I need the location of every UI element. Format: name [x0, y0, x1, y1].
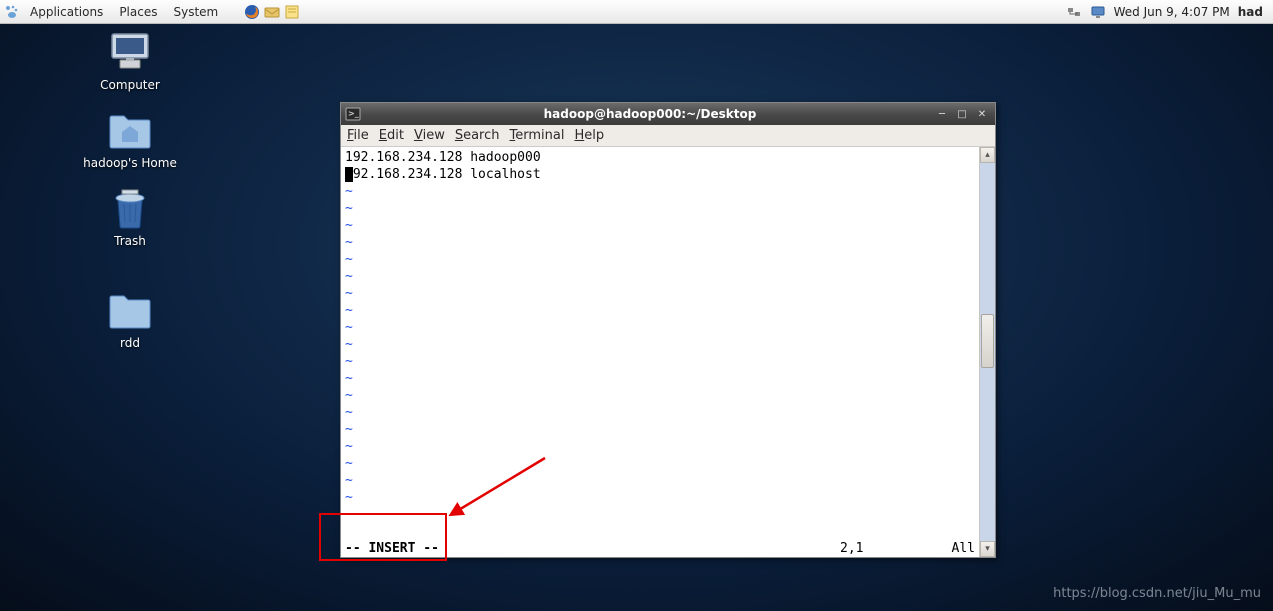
user-label[interactable]: had — [1238, 5, 1263, 19]
scroll-down-button[interactable]: ▾ — [980, 541, 995, 557]
watermark: https://blog.csdn.net/jiu_Mu_mu — [1053, 586, 1261, 601]
gnome-foot-icon — [4, 4, 20, 20]
menu-file[interactable]: File — [347, 128, 369, 143]
close-button[interactable]: ✕ — [973, 106, 991, 122]
menu-places[interactable]: Places — [113, 3, 163, 21]
scroll-track[interactable] — [980, 163, 995, 541]
menu-applications[interactable]: Applications — [24, 3, 109, 21]
desktop-icon-folder-rdd[interactable]: rdd — [80, 288, 180, 350]
terminal-icon: >_ — [345, 106, 361, 122]
menu-system[interactable]: System — [167, 3, 224, 21]
menubar: File Edit View Search Terminal Help — [341, 125, 995, 147]
trash-icon — [106, 186, 154, 230]
scroll-thumb[interactable] — [981, 314, 994, 368]
desktop-icons: Computer hadoop's Home Trash rdd — [80, 30, 180, 350]
terminal-body: 192.168.234.128 hadoop000 192.168.234.12… — [341, 147, 995, 557]
mail-icon[interactable] — [264, 4, 280, 20]
folder-icon — [106, 288, 154, 332]
panel-right: Wed Jun 9, 4:07 PM had — [1066, 4, 1269, 20]
home-folder-icon — [106, 108, 154, 152]
clock[interactable]: Wed Jun 9, 4:07 PM — [1114, 5, 1230, 19]
titlebar[interactable]: >_ hadoop@hadoop000:~/Desktop ─ □ ✕ — [341, 103, 995, 125]
top-panel: Applications Places System Wed Jun 9, 4:… — [0, 0, 1273, 24]
menu-search[interactable]: Search — [455, 128, 500, 143]
monitor-icon[interactable] — [1090, 4, 1106, 20]
notes-icon[interactable] — [284, 4, 300, 20]
network-icon[interactable] — [1066, 4, 1082, 20]
scrollbar-vertical[interactable]: ▴ ▾ — [979, 147, 995, 557]
desktop-label: rdd — [80, 336, 180, 350]
menu-edit[interactable]: Edit — [379, 128, 404, 143]
minimize-button[interactable]: ─ — [933, 106, 951, 122]
terminal-text[interactable]: 192.168.234.128 hadoop000 192.168.234.12… — [341, 147, 979, 557]
desktop-label: Computer — [80, 78, 180, 92]
panel-left: Applications Places System — [4, 3, 300, 21]
terminal-window: >_ hadoop@hadoop000:~/Desktop ─ □ ✕ File… — [340, 102, 996, 558]
computer-icon — [106, 30, 154, 74]
svg-text:>_: >_ — [348, 109, 359, 118]
maximize-button[interactable]: □ — [953, 106, 971, 122]
firefox-icon[interactable] — [244, 4, 260, 20]
desktop-label: Trash — [80, 234, 180, 248]
menu-terminal[interactable]: Terminal — [510, 128, 565, 143]
menu-view[interactable]: View — [414, 128, 445, 143]
window-buttons: ─ □ ✕ — [933, 106, 991, 122]
menu-help[interactable]: Help — [574, 128, 604, 143]
window-title: hadoop@hadoop000:~/Desktop — [367, 107, 933, 121]
scroll-up-button[interactable]: ▴ — [980, 147, 995, 163]
desktop-icon-computer[interactable]: Computer — [80, 30, 180, 92]
desktop-label: hadoop's Home — [80, 156, 180, 170]
desktop-icon-home[interactable]: hadoop's Home — [80, 108, 180, 170]
desktop-icon-trash[interactable]: Trash — [80, 186, 180, 248]
